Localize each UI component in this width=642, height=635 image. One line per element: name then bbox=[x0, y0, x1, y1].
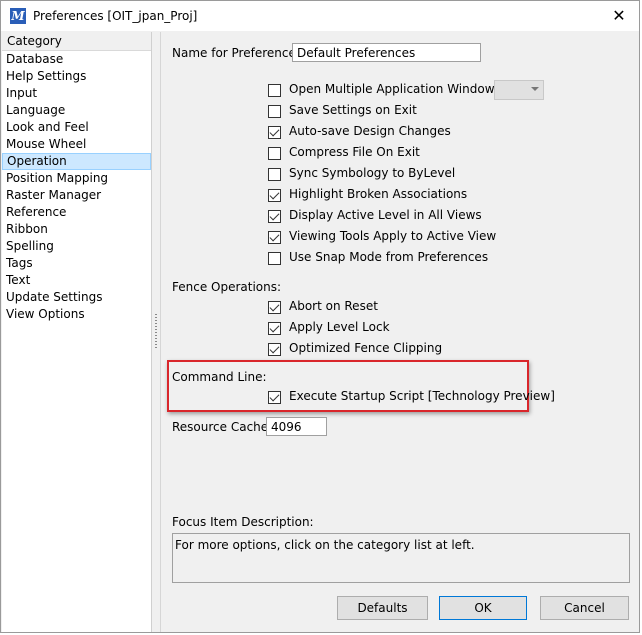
open-multiple-application-windows-label[interactable]: Open Multiple Application Windows bbox=[289, 82, 501, 96]
use-snap-mode-from-preferences-checkbox[interactable] bbox=[268, 252, 281, 265]
apply-level-lock-label[interactable]: Apply Level Lock bbox=[289, 320, 390, 334]
command-line-label: Command Line: bbox=[172, 370, 267, 384]
category-item-tags[interactable]: Tags bbox=[2, 255, 151, 272]
category-list: Category Database Help Settings Input Langu… bbox=[2, 32, 152, 632]
sync-symbology-to-bylevel-label[interactable]: Sync Symbology to ByLevel bbox=[289, 166, 455, 180]
window-count-dropdown[interactable] bbox=[494, 80, 544, 100]
category-item-raster-manager[interactable]: Raster Manager bbox=[2, 187, 151, 204]
command-line-highlight bbox=[167, 360, 529, 412]
auto-save-design-changes-label[interactable]: Auto-save Design Changes bbox=[289, 124, 451, 138]
save-settings-on-exit-label[interactable]: Save Settings on Exit bbox=[289, 103, 417, 117]
execute-startup-script-technology-preview-label[interactable]: Execute Startup Script [Technology Previ… bbox=[289, 389, 555, 403]
category-item-ribbon[interactable]: Ribbon bbox=[2, 221, 151, 238]
category-item-text[interactable]: Text bbox=[2, 272, 151, 289]
category-item-reference[interactable]: Reference bbox=[2, 204, 151, 221]
panel-splitter[interactable] bbox=[152, 32, 161, 632]
display-active-level-in-all-views-label[interactable]: Display Active Level in All Views bbox=[289, 208, 482, 222]
optimized-fence-clipping-label[interactable]: Optimized Fence Clipping bbox=[289, 341, 442, 355]
name-for-preferences-field[interactable]: Default Preferences bbox=[292, 43, 481, 62]
display-active-level-in-all-views-checkbox[interactable] bbox=[268, 210, 281, 223]
window-title: Preferences [OIT_jpan_Proj] bbox=[33, 9, 198, 23]
abort-on-reset-label[interactable]: Abort on Reset bbox=[289, 299, 378, 313]
microstation-logo-icon: M bbox=[10, 8, 26, 24]
cancel-button[interactable]: Cancel bbox=[540, 596, 629, 620]
resource-cache-label: Resource Cache: bbox=[172, 420, 273, 434]
save-settings-on-exit-checkbox[interactable] bbox=[268, 105, 281, 118]
apply-level-lock-checkbox[interactable] bbox=[268, 322, 281, 335]
category-item-operation[interactable]: Operation bbox=[2, 153, 151, 170]
abort-on-reset-checkbox[interactable] bbox=[268, 301, 281, 314]
fence-operations-label: Fence Operations: bbox=[172, 280, 282, 294]
sync-symbology-to-bylevel-checkbox[interactable] bbox=[268, 168, 281, 181]
chevron-down-icon bbox=[531, 87, 539, 91]
splitter-grip-icon[interactable] bbox=[155, 314, 157, 350]
category-item-database[interactable]: Database bbox=[2, 51, 151, 68]
highlight-broken-associations-checkbox[interactable] bbox=[268, 189, 281, 202]
compress-file-on-exit-label[interactable]: Compress File On Exit bbox=[289, 145, 420, 159]
open-multiple-application-windows-checkbox[interactable] bbox=[268, 84, 281, 97]
auto-save-design-changes-checkbox[interactable] bbox=[268, 126, 281, 139]
ok-button[interactable]: OK bbox=[439, 596, 527, 620]
category-item-mouse-wheel[interactable]: Mouse Wheel bbox=[2, 136, 151, 153]
optimized-fence-clipping-checkbox[interactable] bbox=[268, 343, 281, 356]
title-bar: M Preferences [OIT_jpan_Proj] ✕ bbox=[1, 1, 639, 31]
defaults-button[interactable]: Defaults bbox=[337, 596, 428, 620]
preferences-window: M Preferences [OIT_jpan_Proj] ✕ Category… bbox=[0, 0, 640, 633]
category-item-view-options[interactable]: View Options bbox=[2, 306, 151, 323]
category-item-spelling[interactable]: Spelling bbox=[2, 238, 151, 255]
resource-cache-field[interactable]: 4096 bbox=[266, 417, 327, 436]
category-item-language[interactable]: Language bbox=[2, 102, 151, 119]
highlight-broken-associations-label[interactable]: Highlight Broken Associations bbox=[289, 187, 467, 201]
category-item-update-settings[interactable]: Update Settings bbox=[2, 289, 151, 306]
compress-file-on-exit-checkbox[interactable] bbox=[268, 147, 281, 160]
viewing-tools-apply-to-active-view-label[interactable]: Viewing Tools Apply to Active View bbox=[289, 229, 496, 243]
execute-startup-script-technology-preview-checkbox[interactable] bbox=[268, 391, 281, 404]
category-item-input[interactable]: Input bbox=[2, 85, 151, 102]
operation-settings-panel: Name for Preferences: Default Preference… bbox=[161, 32, 639, 632]
use-snap-mode-from-preferences-label[interactable]: Use Snap Mode from Preferences bbox=[289, 250, 488, 264]
close-button[interactable]: ✕ bbox=[609, 6, 629, 26]
category-item-look-and-feel[interactable]: Look and Feel bbox=[2, 119, 151, 136]
focus-item-description-label: Focus Item Description: bbox=[172, 515, 314, 529]
category-header: Category bbox=[2, 32, 151, 51]
name-for-preferences-label: Name for Preferences: bbox=[172, 46, 307, 60]
viewing-tools-apply-to-active-view-checkbox[interactable] bbox=[268, 231, 281, 244]
category-item-position-mapping[interactable]: Position Mapping bbox=[2, 170, 151, 187]
focus-item-description: For more options, click on the category … bbox=[172, 533, 630, 583]
category-item-help-settings[interactable]: Help Settings bbox=[2, 68, 151, 85]
